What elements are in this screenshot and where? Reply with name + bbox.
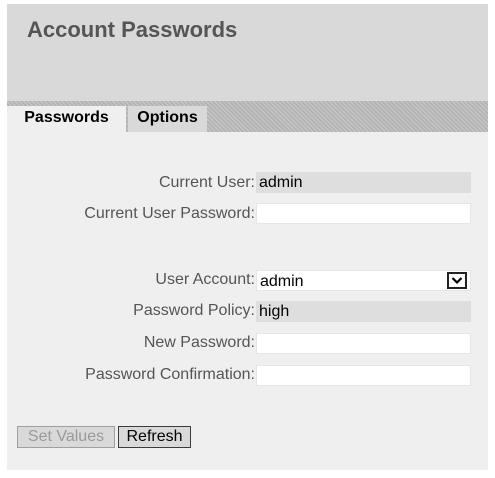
tab-bar: Passwords Options [7,101,488,132]
password-confirmation-input[interactable] [256,365,471,386]
current-user-password-input[interactable] [256,203,471,224]
password-policy-label: Password Policy: [133,302,255,319]
new-password-label: New Password: [143,334,255,351]
user-account-selected-value: admin [260,273,304,290]
page-header: Account Passwords [7,4,488,101]
password-policy-value: high [256,301,471,322]
account-passwords-page: Account Passwords Passwords Options Curr… [7,4,488,470]
password-confirmation-label: Password Confirmation: [85,366,255,383]
page-title: Account Passwords [27,17,238,42]
tab-options[interactable]: Options [128,106,207,132]
refresh-button[interactable]: Refresh [118,426,191,448]
current-user-label: Current User: [158,174,255,191]
chevron-down-icon[interactable] [447,272,467,289]
set-values-button[interactable]: Set Values [17,426,115,448]
user-account-label: User Account: [155,271,255,288]
new-password-input[interactable] [256,333,471,354]
current-user-value: admin [256,172,471,193]
current-user-password-label: Current User Password: [84,205,255,222]
user-account-select[interactable]: admin [256,270,471,291]
tab-passwords[interactable]: Passwords [7,106,126,132]
